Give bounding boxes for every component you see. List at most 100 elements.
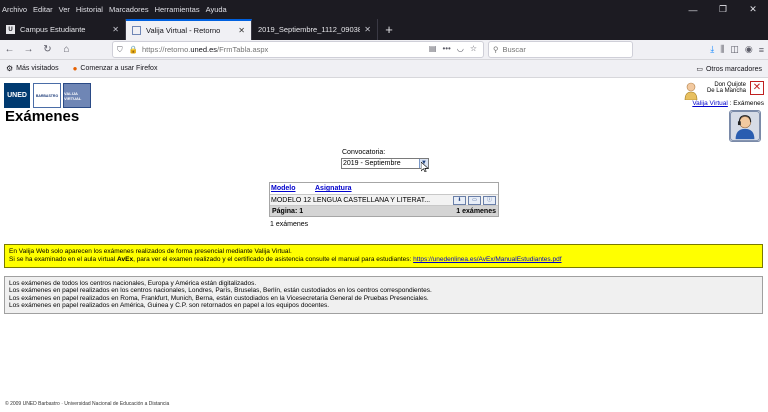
hamburger-menu-icon[interactable]: ≡ — [759, 45, 764, 55]
convocatoria-label: Convocatoria: — [342, 149, 386, 156]
other-bookmarks[interactable]: ▭ Otros marcadores — [696, 60, 762, 78]
download-icon[interactable]: ⤓ — [710, 44, 714, 55]
user-avatar-icon — [684, 82, 698, 100]
info-line: Los exámenes de todos los centros nacion… — [9, 280, 257, 287]
minimize-icon[interactable]: — — [678, 5, 708, 15]
breadcrumb-link-valija[interactable]: Valija Virtual — [692, 100, 728, 107]
page-title: Exámenes — [5, 108, 80, 125]
row-actions: ⬇ ▭ ⓘ — [453, 196, 496, 205]
menu-marcadores[interactable]: Marcadores — [109, 5, 149, 14]
footer-text: © 2009 UNED Barbastro · Universidad Naci… — [5, 401, 170, 407]
search-input[interactable]: ⚲ Buscar — [488, 41, 633, 58]
restore-icon[interactable]: ❐ — [708, 4, 738, 15]
bookmark-firefox[interactable]: ● Comenzar a usar Firefox — [73, 64, 158, 73]
firefox-icon: ● — [72, 64, 78, 73]
valija-favicon-icon — [132, 26, 141, 35]
view-exam-icon[interactable]: ▭ — [468, 196, 481, 205]
tab-pdf[interactable]: 2019_Septiembre_1112_09038_0010 ✕ — [252, 19, 378, 40]
tab-strip: U Campus Estudiante ✕ Valija Virtual - R… — [0, 19, 768, 40]
url-host: uned.es — [190, 45, 218, 54]
sidebar-icon[interactable]: ◫ — [730, 44, 739, 55]
reload-icon[interactable]: ↻ — [38, 41, 57, 59]
menu-archivo[interactable]: Archivo — [2, 5, 27, 14]
notice-text: Si se ha examinado en el aula virtual — [9, 256, 118, 263]
logout-icon[interactable]: ✕ — [750, 81, 764, 95]
close-tab-icon[interactable]: ✕ — [112, 25, 119, 34]
user-name: Don Quijote De La Mancha — [706, 82, 746, 94]
library-icon[interactable]: ⫼ — [720, 44, 724, 55]
pocket-icon[interactable]: ◡ — [457, 44, 464, 53]
menu-editar[interactable]: Editar — [33, 5, 53, 14]
search-placeholder: Buscar — [502, 45, 526, 54]
folder-icon: ▭ — [696, 66, 703, 73]
info-line: Los exámenes en papel realizados en Roma… — [9, 294, 429, 302]
forward-icon[interactable]: → — [19, 41, 38, 59]
gear-icon: ⚙ — [6, 64, 14, 73]
sort-asignatura-link[interactable]: Asignatura — [315, 185, 352, 192]
home-icon[interactable]: ⌂ — [57, 41, 76, 59]
user-name-line2: De La Mancha — [706, 88, 746, 94]
notice-line2: Si se ha examinado en el aula virtual Av… — [9, 256, 758, 264]
mouse-cursor-icon — [421, 162, 429, 172]
tab-valija-virtual[interactable]: Valija Virtual - Retorno ✕ — [126, 19, 252, 40]
notice-text: , para ver el examen realizado y el cert… — [133, 256, 414, 263]
account-icon[interactable]: ◉ — [745, 44, 753, 55]
table-row[interactable]: MODELO 12 LENGUA CASTELLANA Y LITERAT...… — [270, 194, 498, 206]
menu-ayuda[interactable]: Ayuda — [206, 5, 227, 14]
close-window-icon[interactable]: ✕ — [738, 4, 768, 15]
download-exam-icon[interactable]: ⬇ — [453, 196, 466, 205]
search-icon: ⚲ — [493, 45, 499, 54]
lock-icon[interactable]: 🔒 — [129, 45, 138, 54]
menu-bar: Archivo Editar Ver Historial Marcadores … — [0, 0, 768, 19]
breadcrumb-current: Exámenes — [733, 100, 764, 107]
menu-ver[interactable]: Ver — [59, 5, 70, 14]
close-tab-icon[interactable]: ✕ — [238, 26, 245, 35]
exams-table: Modelo Asignatura MODELO 12 LENGUA CASTE… — [269, 182, 499, 217]
bookmark-mas-visitados[interactable]: ⚙ Más visitados — [6, 64, 59, 73]
support-agent-icon[interactable] — [729, 110, 761, 142]
bookmark-label: Comenzar a usar Firefox — [80, 65, 158, 72]
shield-icon[interactable]: ⛉ — [117, 45, 123, 55]
info-line: Los exámenes en papel realizados en Amér… — [9, 302, 330, 310]
breadcrumb: Valija Virtual : Exámenes — [692, 100, 764, 107]
bookmark-label: Más visitados — [16, 65, 59, 72]
table-header: Modelo Asignatura — [270, 183, 498, 194]
page-number: Página: 1 — [272, 207, 304, 215]
url-prefix: https://retorno. — [141, 45, 191, 54]
menu-herramientas[interactable]: Herramientas — [155, 5, 200, 14]
bookmark-star-icon[interactable]: ☆ — [470, 44, 477, 53]
info-box: Los exámenes de todos los centros nacion… — [4, 276, 763, 314]
page-exam-count: 1 exámenes — [456, 207, 496, 215]
convocatoria-select[interactable]: 2019 - Septiembre ▼ — [341, 158, 429, 169]
window-controls: — ❐ ✕ — [678, 0, 768, 19]
notice-bold: AvEx — [117, 256, 134, 263]
bookmarks-toolbar: ⚙ Más visitados ● Comenzar a usar Firefo… — [0, 60, 768, 78]
new-tab-button[interactable]: + — [378, 19, 400, 40]
manual-link[interactable]: https://unedenlinea.es/AvEx/ManualEstudi… — [413, 256, 561, 263]
more-actions-icon[interactable]: ••• — [442, 44, 450, 53]
sort-modelo-link[interactable]: Modelo — [271, 185, 296, 192]
url-path: /FrmTabla.aspx — [217, 45, 269, 54]
close-tab-icon[interactable]: ✕ — [364, 25, 371, 34]
info-exam-icon[interactable]: ⓘ — [483, 196, 496, 205]
other-bookmarks-label: Otros marcadores — [705, 65, 762, 73]
valija-virtual-logo[interactable]: VALIJA VIRTUAL — [63, 83, 91, 108]
barbastro-logo[interactable]: BARBASTRO — [33, 83, 61, 108]
uned-logo[interactable]: UNED — [4, 83, 30, 108]
tab-label: Valija Virtual - Retorno — [146, 26, 221, 35]
tab-label: 2019_Septiembre_1112_09038_0010 — [258, 25, 360, 34]
convocatoria-value: 2019 - Septiembre — [343, 160, 401, 167]
tab-label: Campus Estudiante — [20, 25, 86, 34]
exam-row-text: MODELO 12 LENGUA CASTELLANA Y LITERAT... — [271, 196, 431, 204]
page-content: UNED BARBASTRO VALIJA VIRTUAL Exámenes D… — [0, 78, 768, 412]
url-bar[interactable]: ⛉ 🔒 https://retorno. uned.es/FrmTabla.asp… — [112, 41, 484, 58]
menu-historial[interactable]: Historial — [76, 5, 103, 14]
back-icon[interactable]: ← — [0, 41, 19, 59]
uned-favicon-icon: U — [6, 25, 15, 34]
url-actions: ▤ ••• ◡ ☆ — [429, 44, 477, 53]
tab-campus-estudiante[interactable]: U Campus Estudiante ✕ — [0, 19, 126, 40]
result-count: 1 exámenes — [270, 221, 309, 228]
table-pager: Página: 1 1 exámenes — [270, 206, 498, 216]
reader-view-icon[interactable]: ▤ — [429, 44, 437, 53]
notice-line1: En Valija Web solo aparecen los exámenes… — [9, 248, 292, 255]
